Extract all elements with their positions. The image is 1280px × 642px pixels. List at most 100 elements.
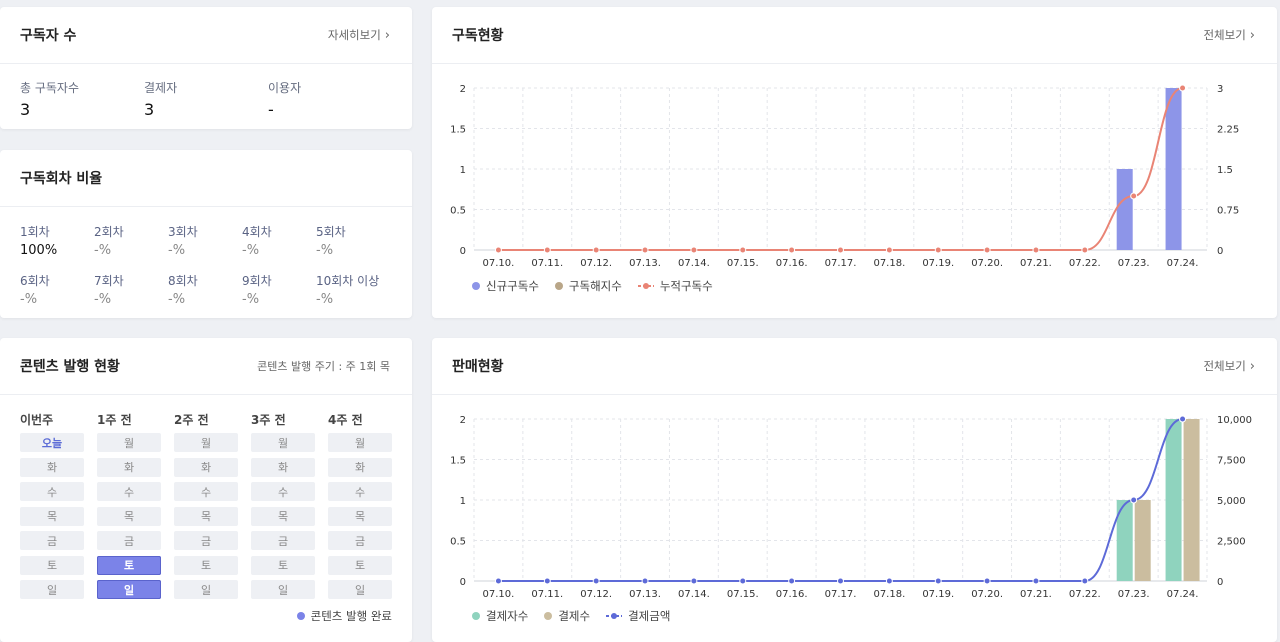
publish-day-cell: 화 — [251, 457, 315, 477]
sales-status-card: 판매현황 전체보기 › 0 0.5 1 1.5 2 0 2,500 5,000 7,500 10,… — [432, 338, 1277, 642]
x-tick-label: 07.24. — [1167, 258, 1199, 269]
stat-label: 결제자 — [144, 81, 178, 95]
point-결제금액 — [1130, 496, 1138, 504]
x-tick-label: 07.10. — [483, 589, 515, 600]
ratio-value: -% — [242, 243, 260, 258]
ratio-grid: 1회차 100% 2회차 -% 3회차 -% 4회차 -% 5회차 -% 6회차 -% 7회… — [0, 207, 412, 307]
y-right-tick-label: 7,500 — [1217, 456, 1246, 467]
publish-day-cell: 금 — [328, 531, 392, 550]
legend-label: 결제자수 — [486, 609, 529, 623]
x-tick-label: 07.11. — [531, 258, 563, 269]
point-누적구독수 — [690, 246, 698, 254]
publish-week-label: 2주 전 — [174, 413, 209, 427]
legend-item[interactable]: 결제자수 — [472, 608, 528, 624]
stat-users: 이용자 - — [268, 79, 392, 119]
x-tick-label: 07.12. — [580, 589, 612, 600]
stat-payers: 결제자 3 — [144, 79, 268, 119]
x-tick-label: 07.20. — [971, 589, 1003, 600]
x-tick-label: 07.21. — [1020, 589, 1052, 600]
publish-day-cell: 월 — [328, 433, 392, 452]
point-결제금액 — [592, 577, 600, 585]
y-left-tick-label: 1 — [460, 165, 466, 176]
point-누적구독수 — [1081, 246, 1089, 254]
publish-done-dot — [296, 612, 305, 620]
x-tick-label: 07.20. — [971, 258, 1003, 269]
bar-결제자수 — [1165, 419, 1182, 581]
sales-chart-view-all-label: 전체보기 — [1203, 359, 1246, 373]
ratio-label: 3회차 — [168, 225, 198, 239]
subscription-status-card: 구독현황 전체보기 › 0 0.5 1 1.5 2 0 0.75 1.5 2.25 3 07.10.… — [432, 7, 1277, 318]
legend-item[interactable]: 결제수 — [544, 608, 590, 624]
point-누적구독수 — [543, 246, 551, 254]
publish-legend: 콘텐츠 발행 완료 — [296, 608, 392, 624]
point-누적구독수 — [1130, 192, 1138, 200]
sales-chart-header: 판매현황 전체보기 › — [432, 338, 1277, 395]
point-결제금액 — [1032, 577, 1040, 585]
subscription-chart: 0 0.5 1 1.5 2 0 0.75 1.5 2.25 3 07.10. 07.11. 07.12.… — [450, 84, 1239, 269]
bar-결제수 — [1183, 419, 1200, 581]
ratio-value: -% — [168, 292, 186, 307]
publish-day-cell: 수 — [251, 482, 315, 501]
subscriber-count-card: 구독자 수 자세히보기 › 총 구독자수 3 결제자 3 이용자 - — [0, 7, 412, 129]
x-tick-label: 07.22. — [1069, 589, 1101, 600]
publish-day-cell: 목 — [251, 506, 315, 526]
legend-item[interactable]: 구독해지수 — [554, 278, 622, 294]
x-tick-label: 07.22. — [1069, 258, 1101, 269]
legend-item[interactable]: 신규구독수 — [472, 278, 539, 294]
ratio-value: -% — [94, 292, 112, 307]
subscriber-detail-link[interactable]: 자세히보기 › — [328, 27, 390, 43]
x-tick-label: 07.23. — [1118, 589, 1150, 600]
publish-week-grid: 이번주 오늘 화 수 목 금 토 일 1주 전 월 화 수 목 금 토 일 2주 전 월 화 수 목 금 토 일 3주 전월화수… — [0, 395, 412, 605]
point-누적구독수 — [1032, 246, 1040, 254]
x-tick-label: 07.10. — [483, 258, 515, 269]
x-tick-label: 07.12. — [580, 258, 612, 269]
publish-day-cell: 금 — [174, 531, 238, 550]
publish-day-cell: 토 — [174, 555, 238, 575]
x-tick-label: 07.16. — [776, 258, 808, 269]
ratio-value: -% — [316, 243, 334, 258]
legend-label: 신규구독수 — [486, 279, 539, 293]
sub-chart-view-all-link[interactable]: 전체보기 › — [1203, 27, 1255, 43]
legend-item[interactable]: 누적구독수 — [637, 278, 713, 294]
x-tick-label: 07.13. — [629, 258, 661, 269]
y-left-tick-label: 0 — [460, 577, 466, 588]
chevron-right-icon: › — [1249, 358, 1255, 374]
stat-label: 총 구독자수 — [20, 81, 80, 95]
point-누적구독수 — [788, 246, 796, 254]
publish-day-cell: 화 — [97, 457, 161, 477]
publish-title: 콘텐츠 발행 현황 — [20, 359, 120, 375]
publish-day-cell: 토 — [20, 555, 84, 575]
y-right-tick-label: 0.75 — [1217, 206, 1239, 217]
point-결제금액 — [739, 577, 747, 585]
x-tick-label: 07.11. — [531, 589, 563, 600]
publish-day-cell: 화 — [174, 457, 238, 477]
point-결제금액 — [543, 577, 551, 585]
point-결제금액 — [983, 577, 991, 585]
x-tick-label: 07.18. — [873, 589, 905, 600]
x-tick-label: 07.14. — [678, 589, 710, 600]
publish-legend-label: 콘텐츠 발행 완료 — [310, 609, 392, 623]
legend-line-marker — [637, 282, 654, 290]
subscriber-stats: 총 구독자수 3 결제자 3 이용자 - — [0, 64, 412, 119]
stat-value: 3 — [144, 100, 155, 119]
ratio-label: 8회차 — [168, 274, 198, 288]
legend-item[interactable]: 결제금액 — [606, 608, 670, 624]
x-tick-label: 07.24. — [1167, 589, 1199, 600]
publish-day-cell: 토 — [97, 555, 161, 575]
sales-chart-view-all-link[interactable]: 전체보기 › — [1203, 358, 1255, 374]
point-결제금액 — [885, 577, 893, 585]
sales-chart-title: 판매현황 — [452, 359, 504, 375]
publish-day-cell: 월 — [251, 433, 315, 452]
publish-day-cell: 오늘 — [20, 433, 84, 452]
ratio-value: -% — [242, 292, 260, 307]
chevron-right-icon: › — [384, 27, 390, 43]
ratio-value: -% — [20, 292, 38, 307]
publish-week-label: 1주 전 — [97, 413, 132, 427]
y-right-tick-label: 3 — [1217, 84, 1223, 95]
publish-day-cell: 토 — [251, 555, 315, 575]
point-결제금액 — [494, 577, 502, 585]
y-left-tick-label: 0.5 — [450, 537, 466, 548]
publish-week-column: 2주 전월화수목금토일 — [174, 411, 238, 605]
point-누적구독수 — [837, 246, 844, 254]
publish-week-column: 3주 전월화수목금토일 — [251, 411, 315, 605]
